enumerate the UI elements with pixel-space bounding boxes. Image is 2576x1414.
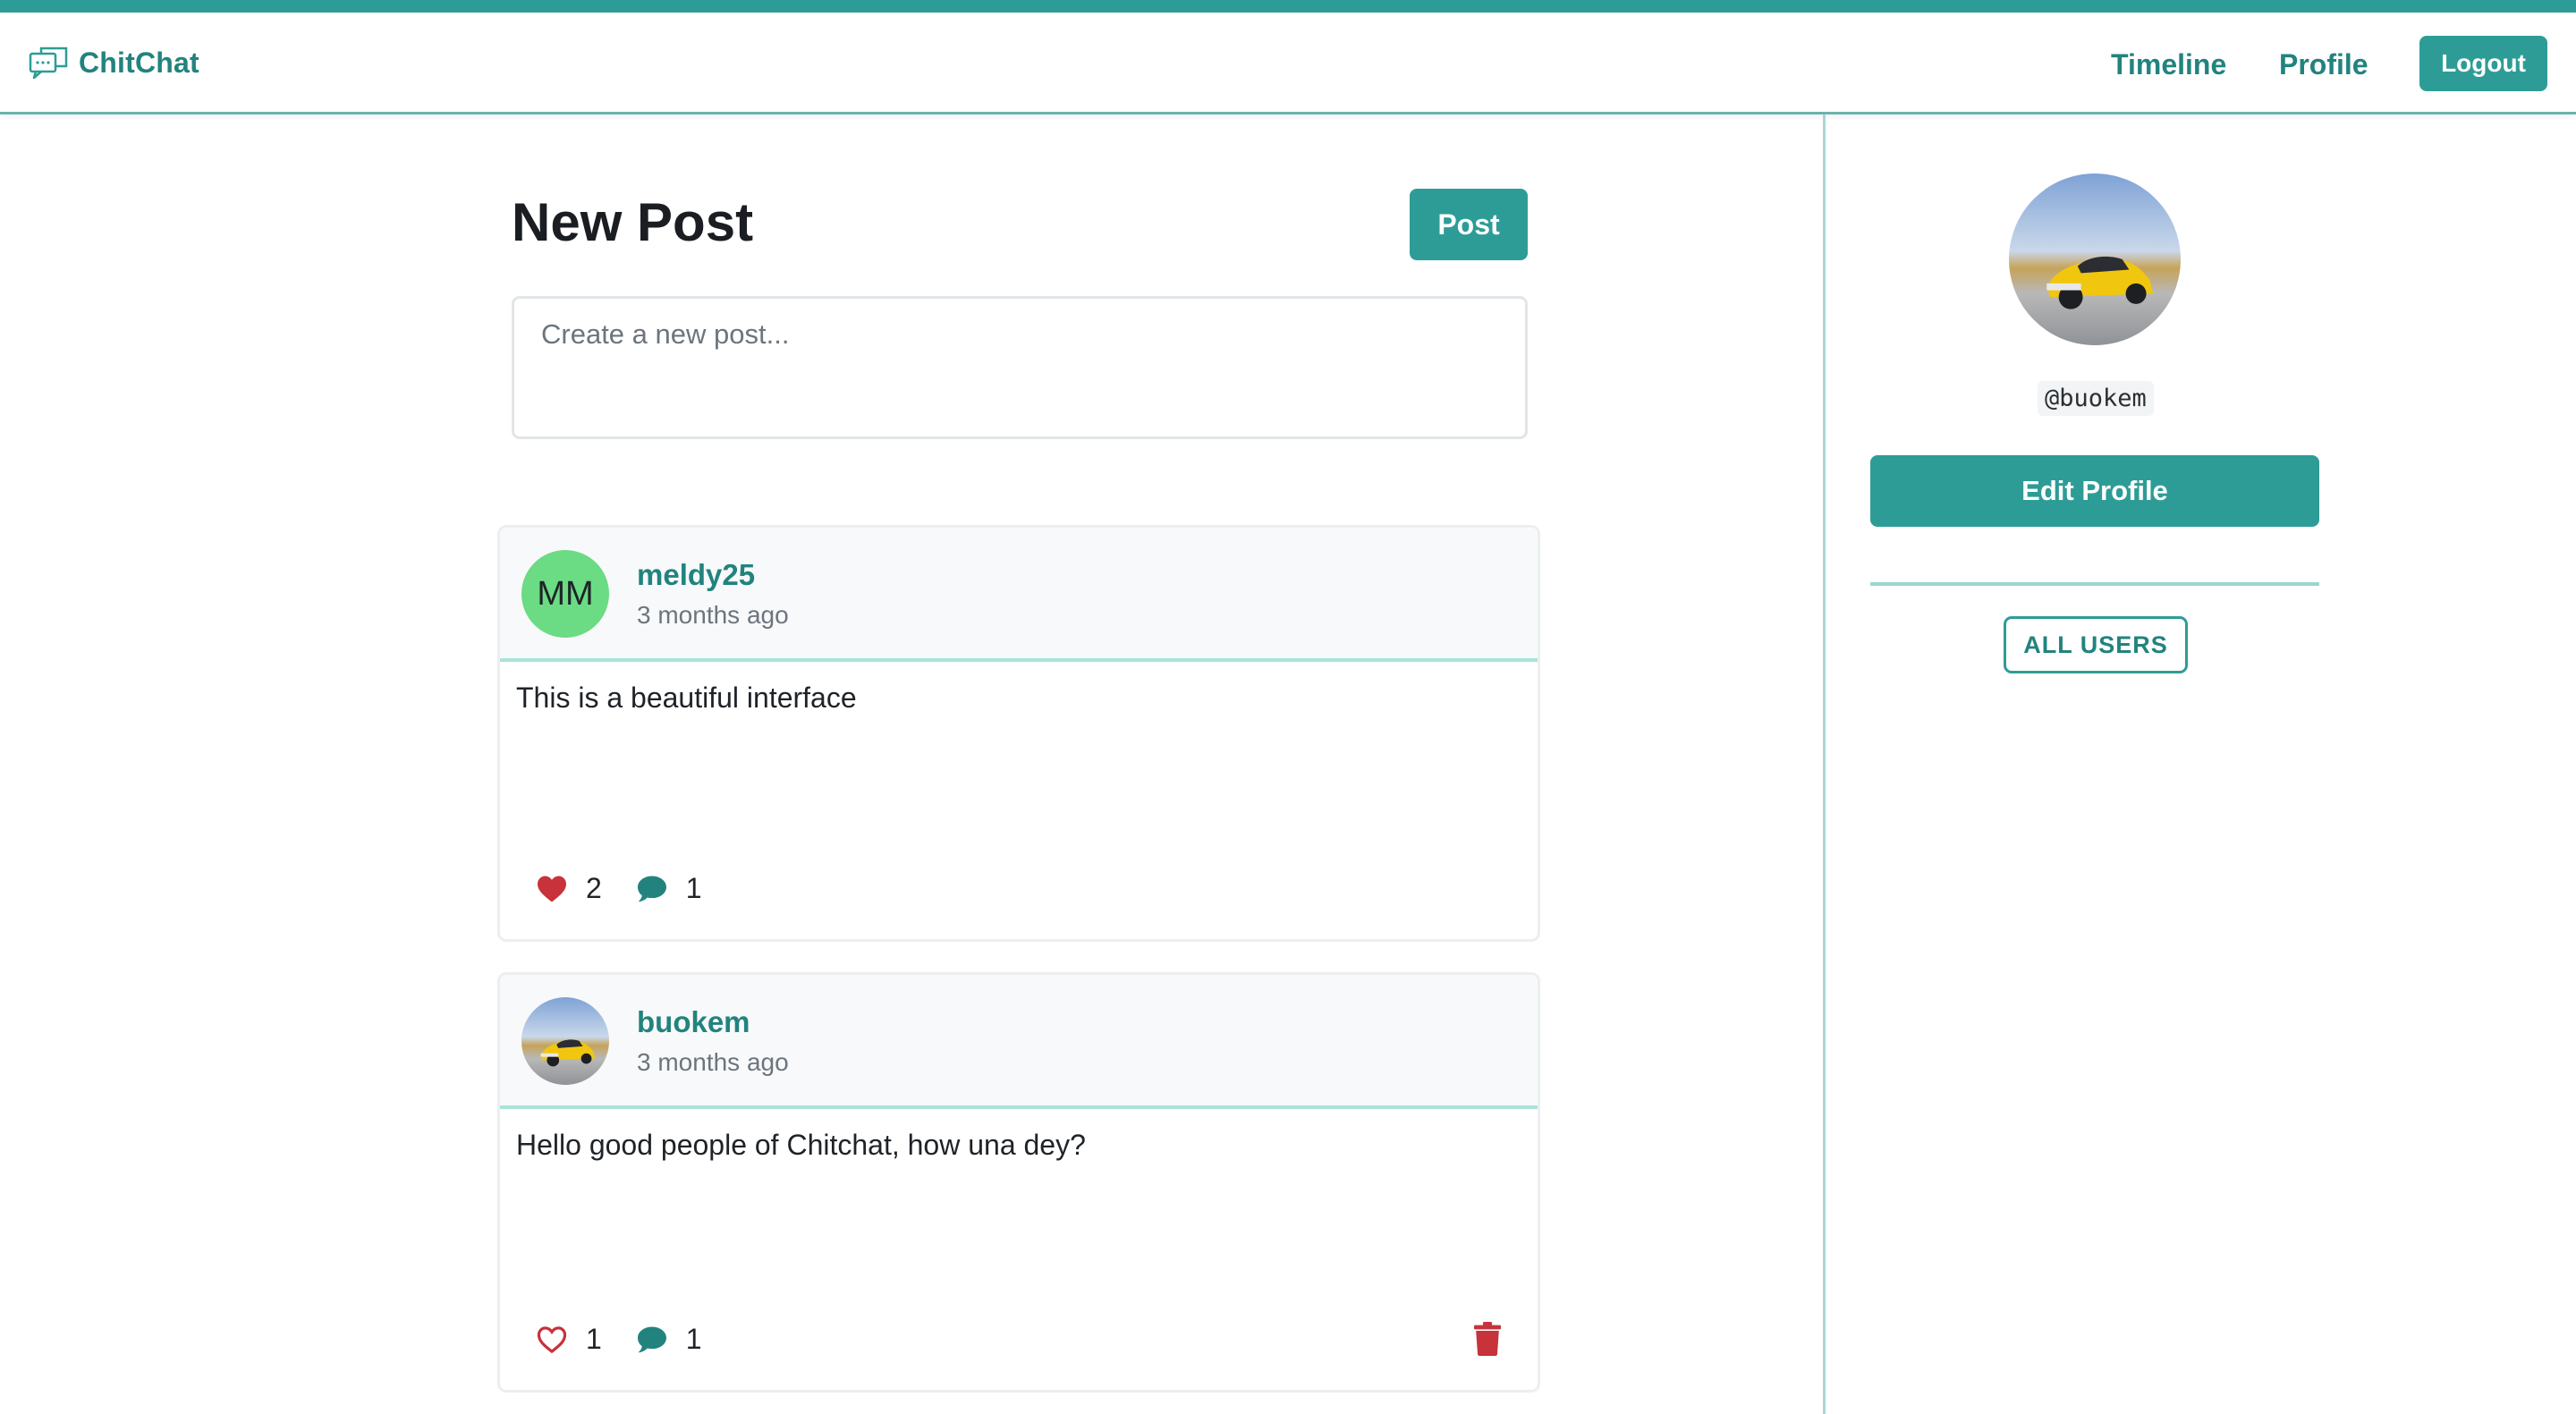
brand-link[interactable]: ChitChat bbox=[29, 45, 199, 80]
delete-post-button[interactable] bbox=[1473, 1322, 1502, 1356]
post-button[interactable]: Post bbox=[1410, 189, 1528, 260]
post-body: This is a beautiful interface bbox=[516, 682, 857, 714]
new-post-title: New Post bbox=[512, 192, 754, 252]
avatar-initials: MM bbox=[537, 574, 594, 613]
edit-profile-button[interactable]: Edit Profile bbox=[1870, 455, 2319, 527]
sidebar-divider bbox=[1870, 582, 2319, 586]
comment-bubble-icon bbox=[637, 1325, 666, 1352]
logout-button[interactable]: Logout bbox=[2419, 36, 2547, 91]
heart-filled-icon bbox=[538, 875, 566, 902]
post-actions: 2 1 bbox=[536, 872, 736, 905]
nav-link-profile[interactable]: Profile bbox=[2279, 48, 2368, 81]
post-timestamp: 3 months ago bbox=[637, 1048, 789, 1076]
comment-button[interactable]: 1 bbox=[636, 1323, 702, 1356]
trash-icon bbox=[1474, 1322, 1501, 1356]
post-body: Hello good people of Chitchat, how una d… bbox=[516, 1129, 1086, 1161]
comment-bubble-icon bbox=[637, 875, 666, 902]
profile-avatar bbox=[2009, 174, 2181, 345]
post-timestamp: 3 months ago bbox=[637, 601, 789, 629]
post-author[interactable]: meldy25 bbox=[637, 558, 755, 592]
post-header: MM meldy25 3 months ago bbox=[500, 528, 1538, 662]
post-actions: 1 1 bbox=[536, 1323, 736, 1356]
nav-link-timeline[interactable]: Timeline bbox=[2111, 48, 2226, 81]
navbar: ChitChat Timeline Profile Logout bbox=[0, 13, 2576, 114]
all-users-button[interactable]: ALL USERS bbox=[2004, 616, 2188, 673]
comment-count: 1 bbox=[685, 872, 702, 904]
avatar[interactable] bbox=[521, 997, 609, 1085]
avatar[interactable]: MM bbox=[521, 550, 609, 638]
like-button[interactable]: 2 bbox=[536, 872, 602, 905]
post-card: MM meldy25 3 months ago This is a beauti… bbox=[497, 525, 1540, 942]
chat-bubbles-icon bbox=[29, 47, 68, 80]
like-count: 2 bbox=[586, 872, 602, 904]
profile-username: @buokem bbox=[2038, 381, 2154, 416]
post-card: buokem 3 months ago Hello good people of… bbox=[497, 972, 1540, 1393]
post-author[interactable]: buokem bbox=[637, 1005, 750, 1039]
like-button[interactable]: 1 bbox=[536, 1323, 602, 1356]
car-photo-avatar bbox=[521, 997, 609, 1085]
new-post-input[interactable] bbox=[512, 296, 1528, 439]
post-header: buokem 3 months ago bbox=[500, 975, 1538, 1109]
brand-name: ChitChat bbox=[79, 46, 199, 79]
comment-button[interactable]: 1 bbox=[636, 872, 702, 905]
heart-outline-icon bbox=[537, 1325, 567, 1353]
profile-sidebar: @buokem Edit Profile ALL USERS bbox=[1823, 114, 2576, 1414]
top-accent-bar bbox=[0, 0, 2576, 13]
car-photo-avatar bbox=[2009, 174, 2181, 345]
like-count: 1 bbox=[586, 1323, 602, 1355]
comment-count: 1 bbox=[685, 1323, 702, 1355]
